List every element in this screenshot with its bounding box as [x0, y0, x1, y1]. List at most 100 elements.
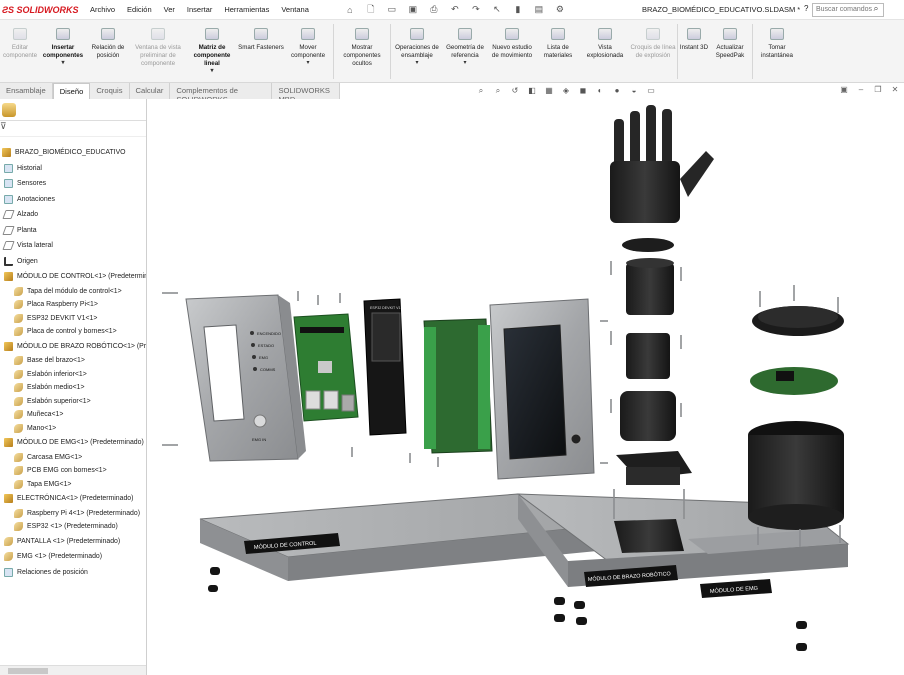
- menu-herramientas[interactable]: Herramientas: [218, 5, 275, 14]
- tree-item[interactable]: Tapa del módulo de control<1>: [0, 285, 146, 299]
- upper-link[interactable]: [626, 333, 670, 379]
- ribbon-button-1[interactable]: Insertar componentes ▾: [40, 20, 86, 83]
- tree-item[interactable]: MÓDULO DE EMG<1> (Predeterminado): [0, 435, 146, 451]
- tab-4[interactable]: Complementos de SOLIDWORKS: [170, 83, 273, 104]
- tree-item[interactable]: Mano<1>: [0, 422, 146, 436]
- ribbon-button-12[interactable]: Vista explosionada: [580, 20, 630, 83]
- ribbon-button-2[interactable]: Relación de posición: [86, 20, 130, 83]
- zoom-to-fit-icon[interactable]: ⌕: [474, 86, 488, 98]
- tree-item[interactable]: Placa Raspberry Pi<1>: [0, 298, 146, 312]
- graphics-viewport[interactable]: MÓDULO DE CONTROL MÓDULO DE BRAZO ROBÓTI…: [148, 99, 904, 675]
- dropdown-arrow-icon[interactable]: ▾: [210, 68, 213, 74]
- tree-item[interactable]: BRAZO_BIOMÉDICO_EDUCATIVO: [0, 145, 146, 161]
- ribbon-button-13[interactable]: Croquis de línea de explosión: [630, 20, 676, 83]
- view-settings-icon[interactable]: ▭: [644, 86, 658, 98]
- control-module-cover-panel[interactable]: ENCENDIDO ESTADO EMG COMMS EMG IN: [185, 294, 306, 462]
- ribbon-button-10[interactable]: Nuevo estudio de movimiento: [488, 20, 536, 83]
- restore-icon[interactable]: ❐: [872, 85, 884, 96]
- menu-ventana[interactable]: Ventana: [275, 5, 315, 14]
- dropdown-arrow-icon[interactable]: ▾: [415, 60, 418, 66]
- tree-horizontal-scrollbar[interactable]: [0, 665, 146, 675]
- tree-item[interactable]: Eslabón medio<1>: [0, 381, 146, 395]
- dropdown-arrow-icon[interactable]: ▾: [306, 60, 309, 66]
- print-icon[interactable]: ⎙: [425, 3, 443, 17]
- tree-item[interactable]: Planta: [0, 223, 146, 239]
- arm-base-block[interactable]: [614, 519, 684, 553]
- tree-item[interactable]: Relaciones de posición: [0, 565, 146, 581]
- menu-edicion[interactable]: Edición: [121, 5, 158, 14]
- emg-pcb[interactable]: [750, 367, 838, 395]
- tree-item[interactable]: Anotaciones: [0, 192, 146, 208]
- emg-cover-ring[interactable]: [752, 306, 844, 336]
- menu-ver[interactable]: Ver: [158, 5, 181, 14]
- esp32-devkit-board[interactable]: ESP32 DEVKIT V1: [363, 298, 407, 436]
- tree-item[interactable]: Historial: [0, 161, 146, 177]
- tab-5[interactable]: SOLIDWORKS MBD: [272, 83, 340, 104]
- zoom-area-icon[interactable]: ⌕: [491, 86, 505, 98]
- solidworks-logo[interactable]: ƧS SOLIDWORKS: [2, 5, 84, 15]
- save-icon[interactable]: ▣: [404, 3, 422, 17]
- ribbon-button-15[interactable]: Actualizar SpeedPak: [709, 20, 751, 83]
- control-terminal-board[interactable]: [423, 318, 493, 454]
- new-document-icon[interactable]: 🗋: [362, 3, 380, 17]
- tree-filter-icon[interactable]: ⊽: [0, 121, 146, 137]
- robotic-hand[interactable]: [610, 105, 714, 223]
- tab-0[interactable]: Ensamblaje: [0, 83, 53, 99]
- ribbon-button-7[interactable]: Mostrar componentes ocultos: [335, 20, 389, 83]
- raspberry-pi-board[interactable]: [293, 313, 359, 422]
- tree-item[interactable]: Alzado: [0, 207, 146, 223]
- ribbon-button-4[interactable]: Matriz de componente lineal ▾: [186, 20, 238, 83]
- tree-item[interactable]: Muñeca<1>: [0, 408, 146, 422]
- redo-icon[interactable]: ↷: [467, 3, 485, 17]
- ribbon-button-5[interactable]: Smart Fasteners: [238, 20, 284, 83]
- minimize-icon[interactable]: –: [855, 85, 867, 96]
- tree-item[interactable]: MÓDULO DE CONTROL<1> (Predeterminado): [0, 269, 146, 285]
- tree-item[interactable]: Tapa EMG<1>: [0, 478, 146, 492]
- tree-item[interactable]: Base del brazo<1>: [0, 354, 146, 368]
- feature-tree-tab-icon[interactable]: [2, 102, 16, 117]
- view-orientation-icon[interactable]: ◈: [559, 86, 573, 98]
- dropdown-arrow-icon[interactable]: ▾: [61, 60, 64, 66]
- menu-archivo[interactable]: Archivo: [84, 5, 121, 14]
- tab-1[interactable]: Diseño: [52, 83, 91, 99]
- edit-appearance-icon[interactable]: ●: [610, 86, 624, 98]
- tab-3[interactable]: Calcular: [130, 83, 171, 99]
- emg-housing[interactable]: [748, 421, 844, 530]
- tree-item[interactable]: Placa de control y bornes<1>: [0, 325, 146, 339]
- tree-item[interactable]: ESP32 <1> (Predeterminado): [0, 520, 146, 534]
- apply-scene-icon[interactable]: ◒: [627, 86, 641, 98]
- assembly-3d-view[interactable]: MÓDULO DE CONTROL MÓDULO DE BRAZO ROBÓTI…: [148, 99, 904, 675]
- tree-item[interactable]: Vista lateral: [0, 238, 146, 254]
- ribbon-button-3[interactable]: Ventana de vista preliminar de component…: [130, 20, 186, 83]
- options-gear-icon[interactable]: ⚙: [551, 3, 569, 17]
- close-icon[interactable]: ✕: [889, 85, 901, 96]
- display-style-icon[interactable]: ◼: [576, 86, 590, 98]
- middle-link[interactable]: [620, 391, 676, 441]
- search-icon[interactable]: ⌕: [868, 3, 884, 17]
- tree-item[interactable]: MÓDULO DE BRAZO ROBÓTICO<1> (Predetermin…: [0, 339, 146, 355]
- tab-2[interactable]: Croquis: [90, 83, 130, 99]
- tree-item[interactable]: PANTALLA <1> (Predeterminado): [0, 534, 146, 550]
- tree-item[interactable]: Eslabón inferior<1>: [0, 368, 146, 382]
- section-view-icon[interactable]: ◧: [525, 86, 539, 98]
- home-icon[interactable]: ⌂: [341, 3, 359, 17]
- tree-item[interactable]: PCB EMG con bornes<1>: [0, 464, 146, 478]
- file-properties-icon[interactable]: ▤: [530, 3, 548, 17]
- undo-icon[interactable]: ↶: [446, 3, 464, 17]
- tree-item[interactable]: Eslabón superior<1>: [0, 395, 146, 409]
- dropdown-arrow-icon[interactable]: ▾: [463, 60, 466, 66]
- ribbon-button-14[interactable]: Instant 3D: [679, 20, 709, 83]
- hide-show-items-icon[interactable]: ◐: [593, 86, 607, 98]
- dynamic-annotation-icon[interactable]: ▦: [542, 86, 556, 98]
- wrist-joint[interactable]: [622, 238, 674, 315]
- tree-item[interactable]: Origen: [0, 254, 146, 270]
- tree-item[interactable]: Carcasa EMG<1>: [0, 451, 146, 465]
- open-folder-icon[interactable]: ▭: [383, 3, 401, 17]
- menu-insertar[interactable]: Insertar: [181, 5, 218, 14]
- ribbon-button-8[interactable]: Operaciones de ensamblaje ▾: [392, 20, 442, 83]
- ribbon-button-0[interactable]: Editar componente: [0, 20, 40, 83]
- rebuild-icon[interactable]: ▮: [509, 3, 527, 17]
- lower-link[interactable]: [616, 451, 692, 485]
- ribbon-button-6[interactable]: Mover componente ▾: [284, 20, 332, 83]
- tile-icon[interactable]: ▣: [838, 85, 850, 96]
